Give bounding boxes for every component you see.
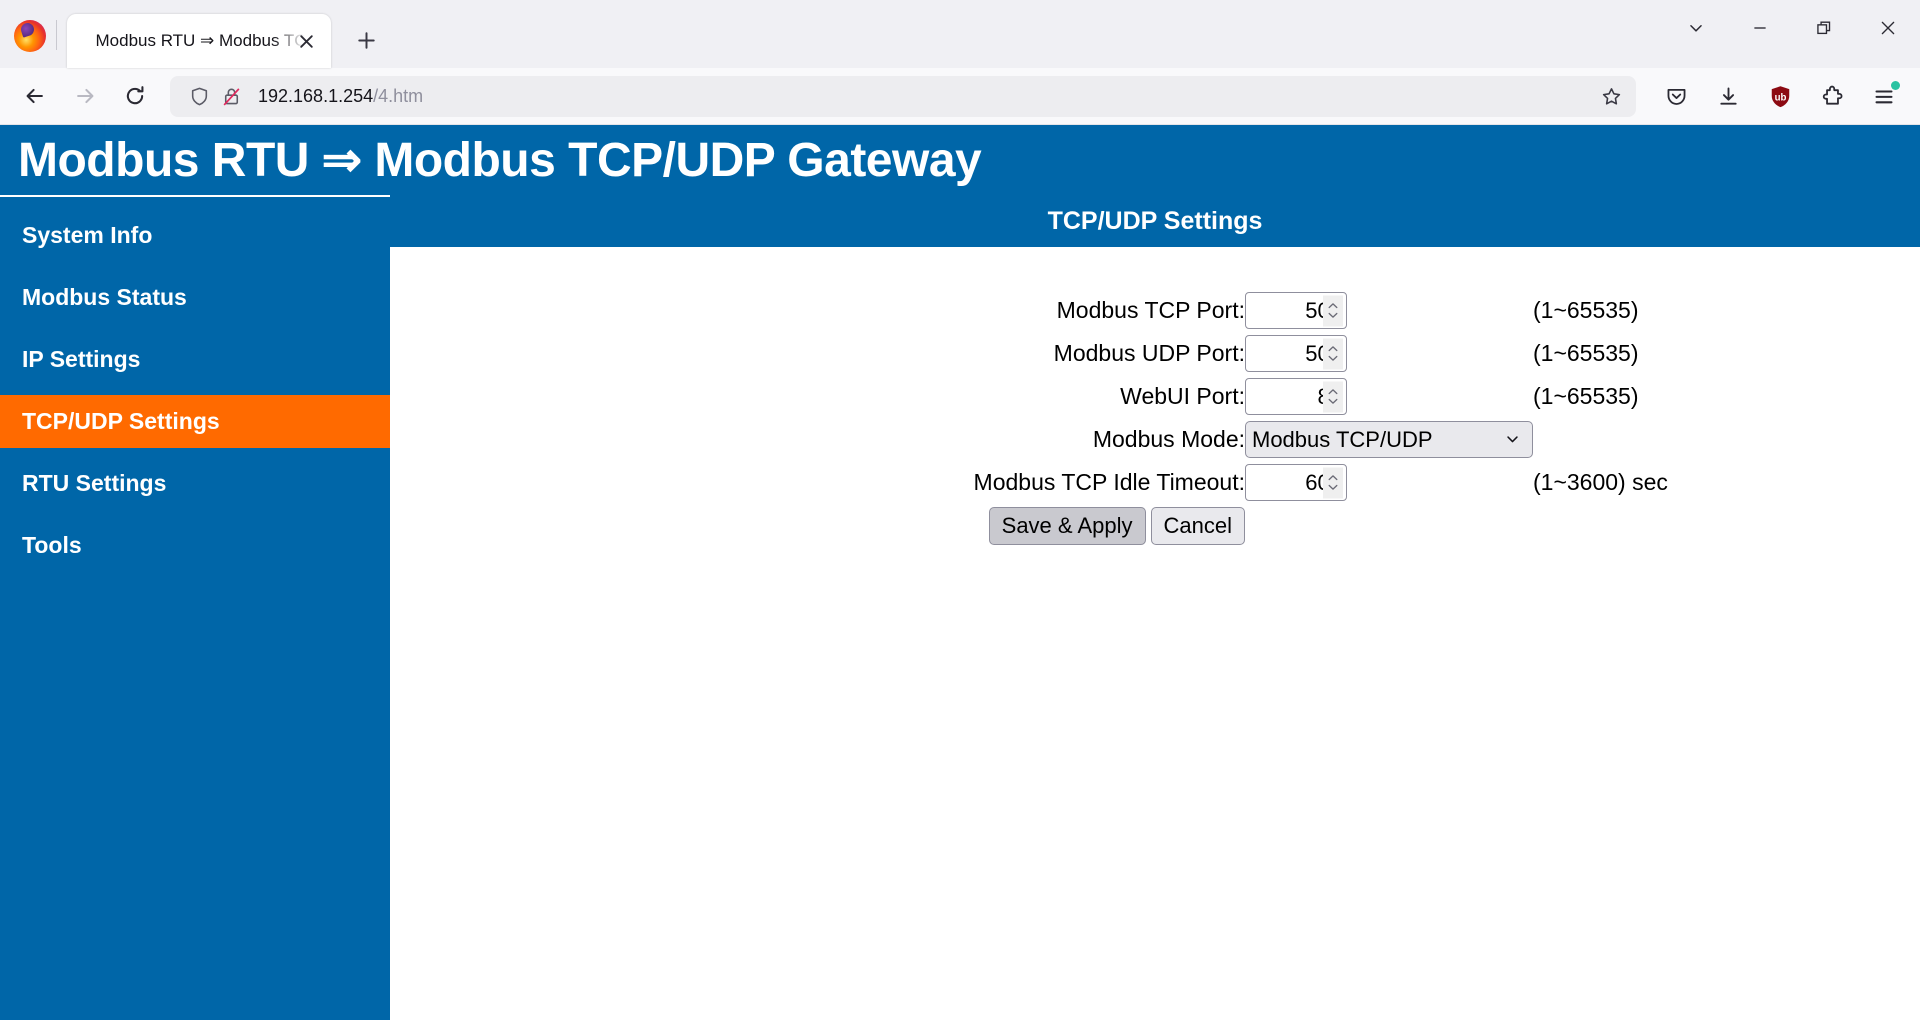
- button-row: Save & Apply Cancel: [390, 504, 1668, 548]
- url-path: /4.htm: [373, 85, 424, 106]
- field-hint-webui-port: (1~65535): [1533, 383, 1639, 409]
- button-row-spacer: [1245, 504, 1533, 548]
- navigation-toolbar: 192.168.1.254/4.htm ub: [0, 68, 1920, 125]
- settings-form: Modbus TCP Port:(1~65535)Modbus UDP Port…: [390, 247, 1920, 548]
- content-area: TCP/UDP Settings Modbus TCP Port: (1~6553…: [390, 195, 1920, 1020]
- number-input-wrapper: [1245, 292, 1347, 329]
- minimize-button[interactable]: [1728, 0, 1792, 56]
- field-control-modbus-tcp-idle-timeout: [1245, 461, 1533, 504]
- sidebar-item-modbus-status[interactable]: Modbus Status: [0, 271, 390, 324]
- number-spinner[interactable]: [1323, 467, 1343, 498]
- downloads-icon[interactable]: [1706, 74, 1750, 118]
- new-tab-button[interactable]: [345, 19, 387, 61]
- app-menu-icon[interactable]: [1862, 74, 1906, 118]
- field-label-webui-port: WebUI Port:: [1120, 383, 1245, 409]
- number-spinner[interactable]: [1323, 338, 1343, 369]
- svg-text:ub: ub: [1774, 92, 1786, 103]
- browser-tab[interactable]: Modbus RTU ⇒ Modbus TCP/UDP Gateway: [67, 14, 331, 68]
- button-cell: Save & Apply Cancel: [390, 504, 1245, 548]
- page-title: Modbus RTU ⇒ Modbus TCP/UDP Gateway: [18, 134, 982, 187]
- field-hint-modbus-mode: [1533, 418, 1668, 461]
- page-body: System Info Modbus Status IP Settings TCP/U…: [0, 195, 1920, 1020]
- bookmark-star-icon[interactable]: [1596, 81, 1626, 111]
- section-heading: TCP/UDP Settings: [390, 195, 1920, 247]
- form-row: Modbus Mode:Modbus TCP/UDPModbus TCPModb…: [390, 418, 1668, 461]
- save-apply-button[interactable]: Save & Apply: [988, 507, 1146, 545]
- menu-notification-dot: [1891, 81, 1900, 90]
- field-label-modbus-udp-port: Modbus UDP Port:: [1053, 340, 1245, 366]
- restore-button[interactable]: [1792, 0, 1856, 56]
- tab-separator: [56, 20, 57, 50]
- number-input-wrapper: [1245, 378, 1347, 415]
- page-banner: Modbus RTU ⇒ Modbus TCP/UDP Gateway: [0, 125, 1920, 195]
- sidebar-item-tcp-udp-settings[interactable]: TCP/UDP Settings: [0, 395, 390, 448]
- url-bar[interactable]: 192.168.1.254/4.htm: [170, 75, 1636, 117]
- pocket-icon[interactable]: [1654, 74, 1698, 118]
- field-label-modbus-tcp-port: Modbus TCP Port:: [1056, 297, 1245, 323]
- close-icon[interactable]: [293, 28, 319, 54]
- number-spinner[interactable]: [1323, 381, 1343, 412]
- url-host: 192.168.1.254: [258, 85, 374, 106]
- field-control-modbus-mode: Modbus TCP/UDPModbus TCPModbus UDP: [1245, 418, 1533, 461]
- form-row: WebUI Port: (1~65535): [390, 375, 1668, 418]
- ublock-origin-icon[interactable]: ub: [1758, 74, 1802, 118]
- window-controls: [1664, 0, 1920, 56]
- number-input-wrapper: [1245, 464, 1347, 501]
- form-row: Modbus UDP Port: (1~65535): [390, 332, 1668, 375]
- number-spinner[interactable]: [1323, 295, 1343, 326]
- settings-table: Modbus TCP Port:(1~65535)Modbus UDP Port…: [390, 289, 1668, 548]
- form-row: Modbus TCP Idle Timeout: (1~3600) sec: [390, 461, 1668, 504]
- sidebar-item-system-info[interactable]: System Info: [0, 209, 390, 262]
- web-page: Modbus RTU ⇒ Modbus TCP/UDP Gateway Syst…: [0, 125, 1920, 1020]
- toolbar-icon-group: ub: [1650, 74, 1910, 118]
- extensions-puzzle-icon[interactable]: [1810, 74, 1854, 118]
- browser-window: Modbus RTU ⇒ Modbus TCP/UDP Gateway: [0, 0, 1920, 1020]
- modbus-mode-select[interactable]: Modbus TCP/UDPModbus TCPModbus UDP: [1245, 421, 1533, 458]
- reload-button[interactable]: [113, 74, 157, 118]
- field-hint-modbus-udp-port: (1~65535): [1533, 340, 1639, 366]
- cancel-button[interactable]: Cancel: [1150, 507, 1245, 545]
- tab-strip: Modbus RTU ⇒ Modbus TCP/UDP Gateway: [0, 0, 1920, 68]
- sidebar-item-rtu-settings[interactable]: RTU Settings: [0, 457, 390, 510]
- field-label-modbus-tcp-idle-timeout: Modbus TCP Idle Timeout:: [973, 469, 1245, 495]
- field-label-modbus-mode: Modbus Mode:: [1092, 426, 1245, 452]
- field-control-webui-port: [1245, 375, 1533, 418]
- firefox-logo-icon: [14, 20, 46, 52]
- field-hint-modbus-tcp-idle-timeout: (1~3600) sec: [1533, 469, 1668, 495]
- tab-list-button[interactable]: [1664, 0, 1728, 56]
- button-row-spacer2: [1533, 504, 1668, 548]
- insecure-lock-icon[interactable]: [218, 83, 244, 109]
- window-close-button[interactable]: [1856, 0, 1920, 56]
- sidebar-nav: System Info Modbus Status IP Settings TCP/U…: [0, 195, 390, 1020]
- forward-button[interactable]: [63, 74, 107, 118]
- sidebar-item-ip-settings[interactable]: IP Settings: [0, 333, 390, 386]
- form-row: Modbus TCP Port: (1~65535): [390, 289, 1668, 332]
- shield-icon[interactable]: [186, 83, 212, 109]
- tab-title: Modbus RTU ⇒ Modbus TCP/UDP Gateway: [95, 31, 307, 50]
- url-text[interactable]: 192.168.1.254/4.htm: [258, 86, 1596, 107]
- field-control-modbus-udp-port: [1245, 332, 1533, 375]
- field-hint-modbus-tcp-port: (1~65535): [1533, 297, 1639, 323]
- field-control-modbus-tcp-port: [1245, 289, 1533, 332]
- sidebar-item-tools[interactable]: Tools: [0, 519, 390, 572]
- select-wrapper: Modbus TCP/UDPModbus TCPModbus UDP: [1245, 421, 1533, 458]
- back-button[interactable]: [13, 74, 57, 118]
- number-input-wrapper: [1245, 335, 1347, 372]
